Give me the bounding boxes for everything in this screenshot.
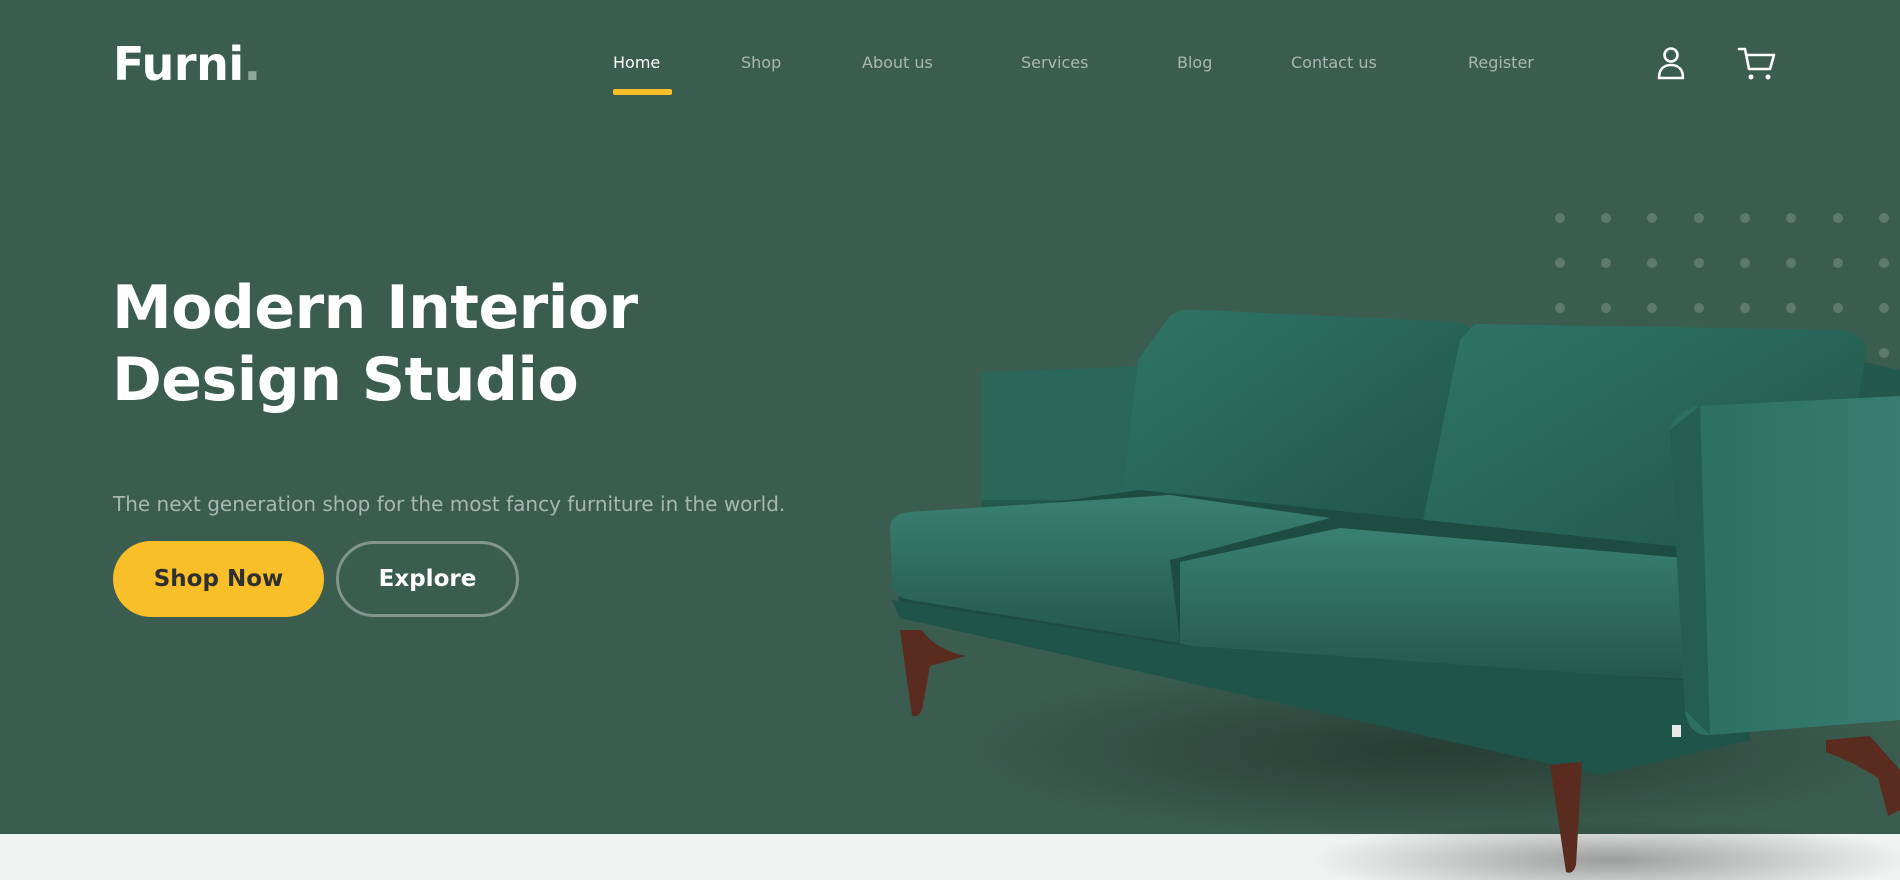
nav-active-indicator bbox=[613, 89, 672, 95]
hero-headline: Modern Interior Design Studio bbox=[112, 273, 638, 415]
explore-button[interactable]: Explore bbox=[336, 541, 519, 617]
nav-item-about-us[interactable]: About us bbox=[862, 48, 933, 78]
brand-name: Furni bbox=[113, 37, 244, 91]
nav-item-shop[interactable]: Shop bbox=[741, 48, 781, 78]
nav-item-contact-us[interactable]: Contact us bbox=[1291, 48, 1377, 78]
nav-item-home[interactable]: Home bbox=[613, 48, 660, 78]
brand-dot: . bbox=[243, 37, 261, 91]
shop-now-button[interactable]: Shop Now bbox=[113, 541, 324, 617]
nav-item-blog[interactable]: Blog bbox=[1177, 48, 1212, 78]
nav-item-services[interactable]: Services bbox=[1021, 48, 1088, 78]
hero-subtext: The next generation shop for the most fa… bbox=[113, 492, 786, 516]
nav-item-register[interactable]: Register bbox=[1468, 48, 1534, 78]
user-icon[interactable] bbox=[1651, 44, 1691, 84]
sofa-image bbox=[890, 309, 1900, 880]
brand-logo[interactable]: Furni. bbox=[113, 36, 261, 92]
cart-icon[interactable] bbox=[1737, 44, 1777, 84]
